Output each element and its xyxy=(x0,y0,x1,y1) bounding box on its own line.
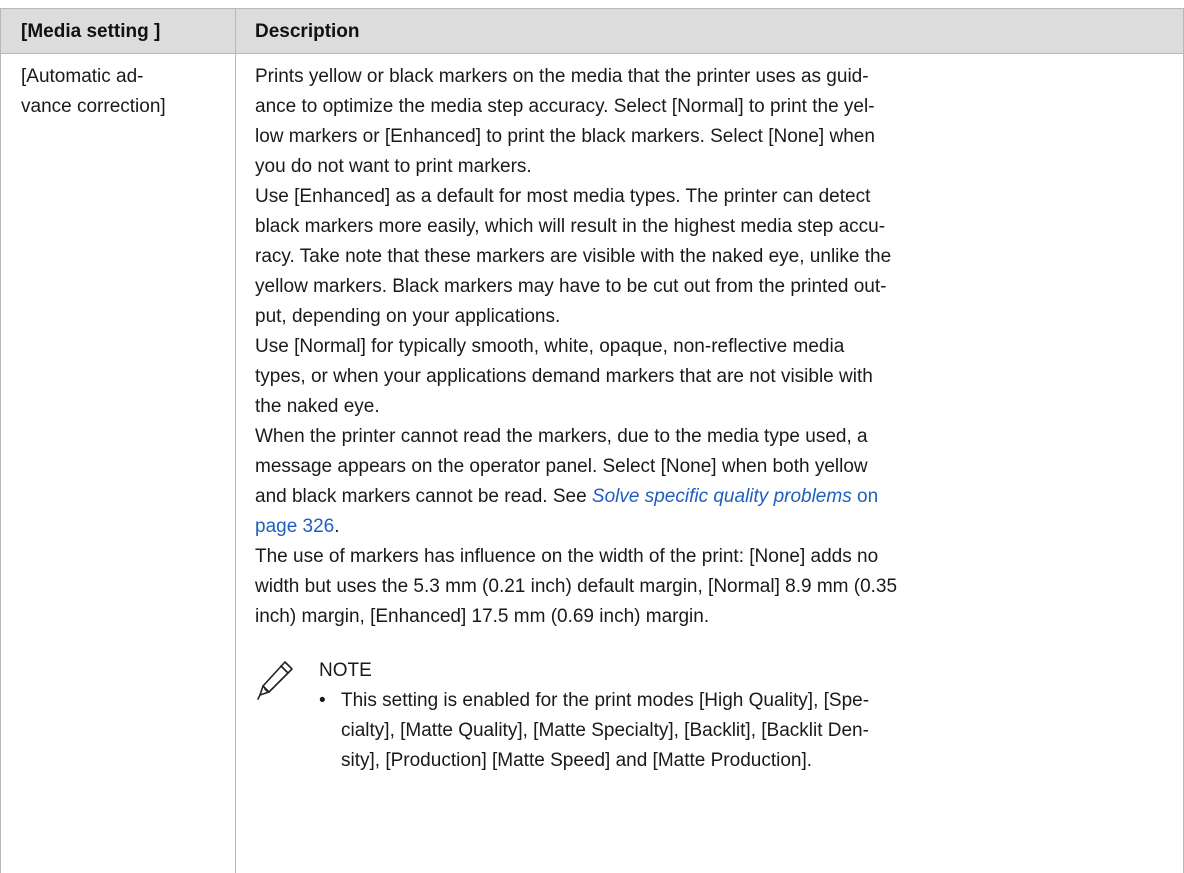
description-line: the naked eye. xyxy=(255,396,380,417)
note-title: NOTE xyxy=(319,660,372,681)
description-line: yellow markers. Black markers may have t… xyxy=(255,276,887,297)
description-line: put, depending on your applications. xyxy=(255,306,561,327)
note-block: NOTE • This setting is enabled for the p… xyxy=(255,656,1175,866)
description-line: types, or when your applications demand … xyxy=(255,366,873,387)
description-line: Prints yellow or black markers on the me… xyxy=(255,66,869,87)
note-text: This setting is enabled for the print mo… xyxy=(341,686,1171,776)
description-line: low markers or [Enhanced] to print the b… xyxy=(255,126,875,147)
description-cell: Prints yellow or black markers on the me… xyxy=(255,62,1175,632)
description-line: racy. Take note that these markers are v… xyxy=(255,246,892,267)
description-line: width but uses the 5.3 mm (0.21 inch) de… xyxy=(255,576,898,597)
header-media-setting: [Media setting ] xyxy=(21,21,161,42)
note-line: cialty], [Matte Quality], [Matte Special… xyxy=(341,720,869,741)
page-reference-link[interactable]: page 326 xyxy=(255,516,334,537)
note-line: sity], [Production] [Matte Speed] and [M… xyxy=(341,750,813,771)
setting-name-line: [Automatic ad- xyxy=(21,66,144,87)
bullet-point: • xyxy=(319,690,326,711)
table-header-row: [Media setting ] Description xyxy=(0,8,1184,54)
description-line: Use [Normal] for typically smooth, white… xyxy=(255,336,845,357)
column-divider xyxy=(235,8,236,873)
page-reference-line: page 326. xyxy=(255,512,1175,542)
description-line: The use of markers has influence on the … xyxy=(255,546,879,567)
description-line: When the printer cannot read the markers… xyxy=(255,426,868,447)
description-line: message appears on the operator panel. S… xyxy=(255,456,868,477)
see-prefix: and black markers cannot be read. See xyxy=(255,486,592,507)
description-line: Use [Enhanced] as a default for most med… xyxy=(255,186,871,207)
setting-name-cell: [Automatic ad- vance correction] xyxy=(21,62,227,122)
media-settings-table: [Media setting ] Description [Automatic … xyxy=(0,0,1184,873)
description-line: inch) margin, [Enhanced] 17.5 mm (0.69 i… xyxy=(255,606,710,627)
link-on-text[interactable]: on xyxy=(852,486,878,507)
see-reference-line: and black markers cannot be read. See So… xyxy=(255,482,1175,512)
description-line: you do not want to print markers. xyxy=(255,156,532,177)
description-line: black markers more easily, which will re… xyxy=(255,216,886,237)
description-line: ance to optimize the media step accuracy… xyxy=(255,96,875,117)
note-line: This setting is enabled for the print mo… xyxy=(341,690,870,711)
header-description: Description xyxy=(255,21,360,42)
table-left-border xyxy=(0,8,1,873)
quality-problems-link[interactable]: Solve specific quality problems xyxy=(592,486,852,507)
pencil-note-icon xyxy=(255,658,295,704)
setting-name-line: vance correction] xyxy=(21,96,166,117)
see-suffix: . xyxy=(334,516,340,537)
